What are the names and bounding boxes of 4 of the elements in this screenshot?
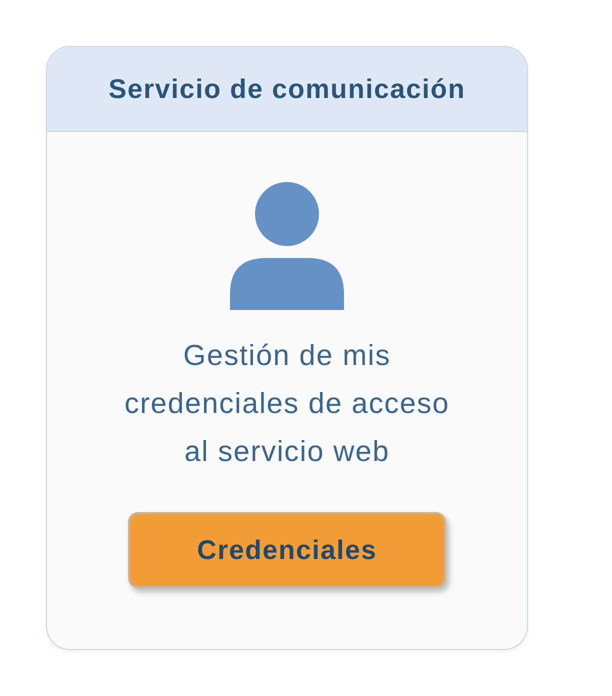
- credentials-button[interactable]: Credenciales: [128, 512, 446, 588]
- card-title: Servicio de comunicación: [108, 74, 466, 104]
- card-description: Gestión de mis credenciales de acceso al servicio web: [123, 339, 451, 470]
- user-icon: [230, 182, 344, 310]
